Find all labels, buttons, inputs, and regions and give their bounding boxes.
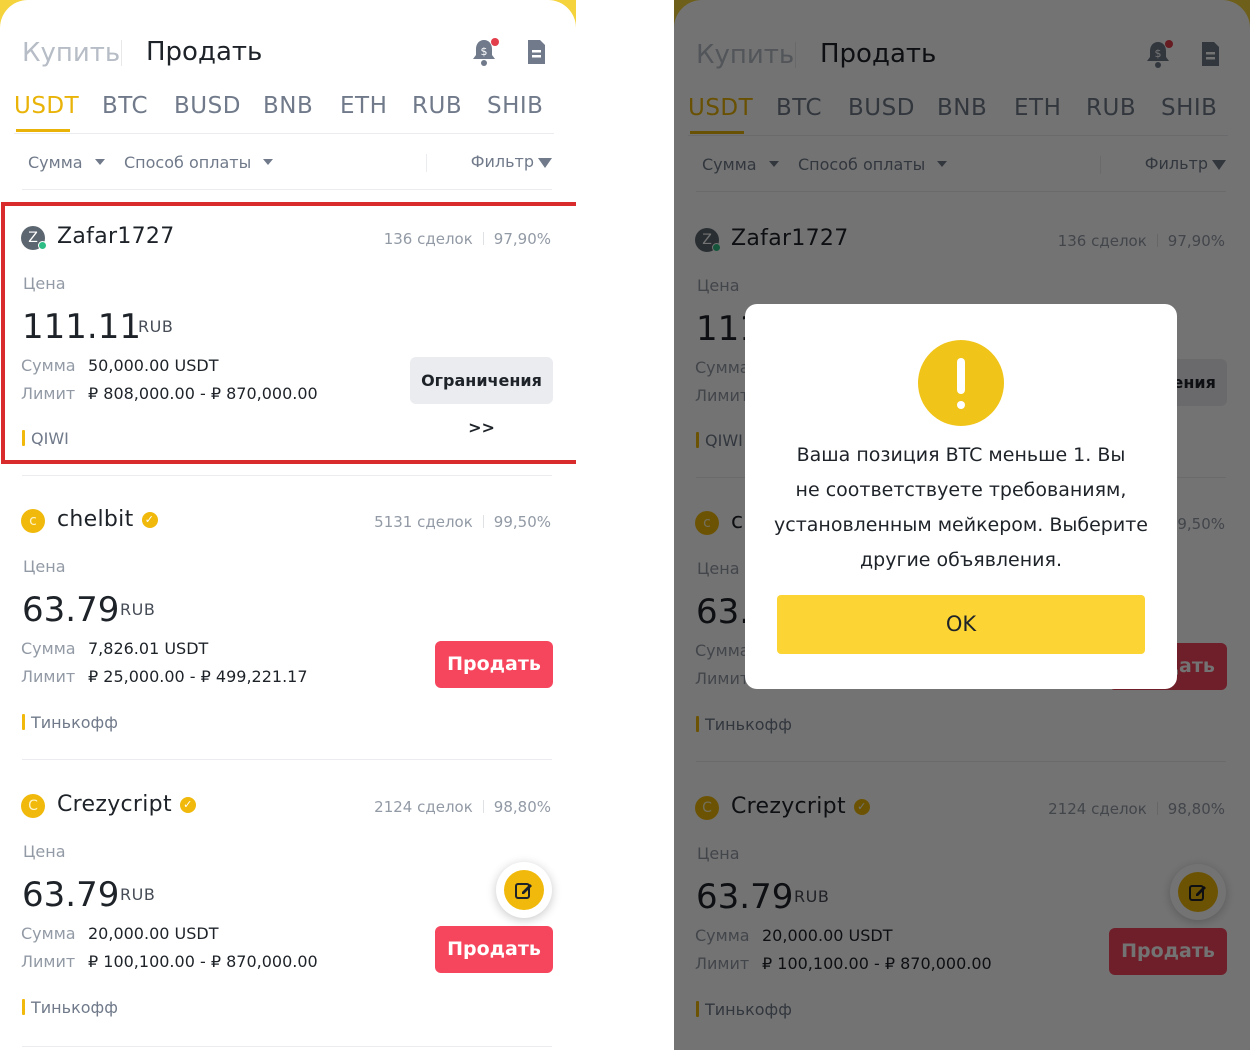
active-tab-underline <box>16 129 70 132</box>
asset-tab-eth[interactable]: ETH <box>340 93 387 119</box>
dialog-message-line: установленным мейкером. Выберите <box>774 514 1148 536</box>
filter-bar: Сумма Способ оплаты Фильтр <box>22 136 552 190</box>
amount-value: 20,000.00 USDT <box>88 924 219 943</box>
avatar: C <box>21 794 45 818</box>
completion-rate: 98,80% <box>493 798 551 816</box>
left-screenshot: Купить Продать $ USDT BTC BUSD BNB ETH R… <box>0 0 576 1050</box>
avatar: c <box>21 509 45 533</box>
filter-label: Фильтр <box>470 152 534 171</box>
payment-method-name: Тинькофф <box>31 998 118 1017</box>
price-currency: RUB <box>120 885 156 904</box>
header: Купить Продать $ <box>20 28 560 78</box>
price-label: Цена <box>23 842 66 861</box>
tab-buy[interactable]: Купить <box>22 38 120 68</box>
merchant-name-text: Crezycript <box>57 792 172 817</box>
limit-label: Лимит <box>21 952 76 971</box>
trade-count: 5131 сделок <box>374 513 473 531</box>
merchant-name-text: chelbit <box>57 507 134 532</box>
payment-method-filter[interactable]: Способ оплаты <box>124 153 274 172</box>
divider <box>22 475 552 476</box>
notification-dot <box>491 38 499 46</box>
amount-filter-label: Сумма <box>28 153 83 172</box>
edit-icon <box>504 870 544 910</box>
filter-button[interactable]: Фильтр <box>471 152 552 171</box>
limit-value: ₽ 25,000.00 - ₽ 499,221.17 <box>88 667 308 686</box>
payment-method-label: Способ оплаты <box>124 153 252 172</box>
asset-tab-btc[interactable]: BTC <box>102 93 148 119</box>
divider <box>22 1046 552 1047</box>
limit-value: ₽ 100,100.00 - ₽ 870,000.00 <box>88 952 318 971</box>
asset-tabs: USDT BTC BUSD BNB ETH RUB SHIB <box>14 88 554 134</box>
chevron-down-icon <box>94 159 105 165</box>
dialog-message-line: не соответствуете требованиям, <box>795 479 1127 501</box>
funnel-icon <box>538 158 552 168</box>
payment-method-name: Тинькофф <box>31 713 118 732</box>
amount-value: 7,826.01 USDT <box>88 639 209 658</box>
merchant-name[interactable]: Crezycript ✓ <box>57 792 196 817</box>
price-value: 63.79 <box>22 590 120 630</box>
amount-filter[interactable]: Сумма <box>28 153 105 172</box>
merchant-stats: 5131 сделок 99,50% <box>374 513 551 531</box>
chevron-down-icon <box>263 159 274 165</box>
price-currency: RUB <box>120 600 156 619</box>
trade-count: 2124 сделок <box>374 798 473 816</box>
filter-separator <box>426 154 427 172</box>
sell-button[interactable]: Продать <box>435 926 553 973</box>
sell-button[interactable]: Продать <box>435 641 553 688</box>
tab-divider <box>121 40 122 66</box>
document-icon[interactable] <box>520 36 552 68</box>
payment-method: Тинькофф <box>22 998 118 1017</box>
price-value: 63.79 <box>22 875 120 915</box>
asset-tab-shib[interactable]: SHIB <box>487 93 543 119</box>
dialog-message: Ваша позиция BTC меньше 1. Вы не соответ… <box>765 438 1157 578</box>
amount-label: Сумма <box>21 924 76 943</box>
asset-tab-bnb[interactable]: BNB <box>263 93 313 119</box>
ok-button[interactable]: OK <box>777 595 1145 654</box>
bell-dollar-icon[interactable]: $ <box>468 36 500 68</box>
dialog-message-line: другие объявления. <box>860 549 1062 571</box>
verified-badge-icon: ✓ <box>141 512 158 528</box>
merchant-stats: 2124 сделок 98,80% <box>374 798 551 816</box>
p2p-screen: Купить Продать $ USDT BTC BUSD BNB ETH R… <box>0 0 576 1050</box>
right-screenshot: Купить Продать $ USDT BTC BUSD BNB ETH R… <box>674 0 1250 1050</box>
asset-tab-usdt[interactable]: USDT <box>14 93 79 119</box>
dialog-message-line: Ваша позиция BTC меньше 1. Вы <box>796 444 1126 466</box>
ad-card[interactable]: c chelbit✓ 5131 сделок99,50% Цена 63.79 … <box>0 475 576 760</box>
svg-text:$: $ <box>481 45 488 58</box>
tab-sell[interactable]: Продать <box>146 37 262 67</box>
warning-dialog: Ваша позиция BTC меньше 1. Вы не соответ… <box>745 304 1177 689</box>
completion-rate: 99,50% <box>493 513 551 531</box>
verified-badge-icon: ✓ <box>179 797 196 813</box>
exclamation-icon <box>918 340 1004 426</box>
ad-card[interactable]: C Crezycript ✓ 2124 сделок 98,80% Цена 63.… <box>0 760 576 1047</box>
amount-label: Сумма <box>21 639 76 658</box>
asset-tab-busd[interactable]: BUSD <box>174 93 241 119</box>
price-label: Цена <box>23 557 66 576</box>
highlight-box <box>1 202 576 464</box>
merchant-name[interactable]: chelbit ✓ <box>57 507 158 532</box>
asset-tab-rub[interactable]: RUB <box>412 93 462 119</box>
payment-method: Тинькофф <box>22 713 118 732</box>
limit-label: Лимит <box>21 667 76 686</box>
create-ad-fab[interactable] <box>496 862 552 918</box>
